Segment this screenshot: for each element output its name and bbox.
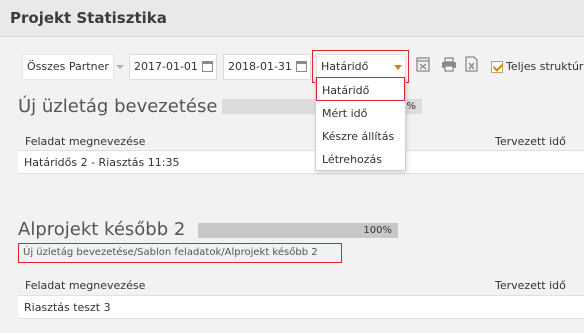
print-icon[interactable]: [441, 57, 457, 72]
date-from-value: 2017-01-01: [134, 60, 198, 73]
column-header-planned-time: Tervezett idő: [495, 279, 566, 292]
chevron-down-icon: [116, 65, 124, 69]
dropdown-option-measured-time[interactable]: Mért idő: [322, 107, 367, 120]
partner-select[interactable]: Összes Partner: [18, 54, 126, 80]
filter-toolbar: Összes Partner 2017-01-01 2018-01-31 Hat…: [0, 37, 584, 85]
progress-bar: 100%: [198, 223, 398, 238]
dropdown-option-creation[interactable]: Létrehozás: [322, 153, 382, 166]
section-title: Alprojekt később 2: [18, 219, 186, 240]
column-header-task: Feladat megnevezése: [25, 279, 146, 292]
section-title: Új üzletág bevezetése: [18, 96, 218, 117]
progress-label: 100%: [363, 225, 392, 236]
column-header-planned-time: Tervezett idő: [495, 135, 566, 148]
project-path: Új üzletág bevezetése/Sablon feladatok/A…: [23, 247, 318, 258]
task-name: Határidős 2 - Riasztás 11:35: [24, 156, 180, 169]
full-structure-checkbox[interactable]: [491, 61, 503, 73]
chevron-down-icon: [394, 65, 402, 70]
partner-select-value: Összes Partner: [22, 54, 114, 80]
date-to-value: 2018-01-31: [228, 60, 292, 73]
calendar-icon[interactable]: [202, 61, 213, 72]
calendar-icon[interactable]: [296, 61, 307, 72]
clear-filter-icon[interactable]: [416, 56, 430, 72]
table-row[interactable]: Határidős 2 - Riasztás 11:35: [18, 150, 584, 174]
dropdown-selected-highlight: [316, 77, 405, 101]
excel-export-icon[interactable]: [465, 56, 478, 72]
column-header-task: Feladat megnevezése: [25, 135, 146, 148]
table-row[interactable]: Riasztás teszt 3: [18, 295, 584, 319]
page-title: Projekt Statisztika: [10, 9, 167, 27]
page-header: Projekt Statisztika: [0, 0, 584, 37]
task-name: Riasztás teszt 3: [24, 301, 111, 314]
full-structure-label: Teljes struktúra: [506, 60, 584, 73]
dropdown-option-completion[interactable]: Készre állítás: [322, 130, 394, 143]
